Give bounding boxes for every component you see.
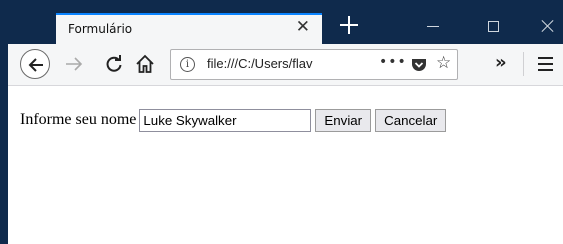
new-tab-icon[interactable]: [340, 16, 358, 34]
close-window-button[interactable]: [542, 20, 554, 32]
name-form: Informe seu nome Enviar Cancelar: [20, 108, 447, 132]
window-border: [0, 0, 8, 244]
page-actions-icon[interactable]: •••: [379, 54, 407, 70]
cancel-button[interactable]: Cancelar: [375, 108, 447, 132]
pocket-icon[interactable]: [411, 57, 427, 73]
forward-arrow-icon: [66, 57, 83, 71]
overflow-menu-icon[interactable]: »: [495, 52, 507, 73]
home-button[interactable]: [135, 54, 155, 74]
bookmark-star-icon[interactable]: ☆: [436, 53, 451, 73]
tab-title: Formulário: [68, 22, 133, 36]
navigation-toolbar: i file:///C:/Users/flav ••• ☆ »: [8, 44, 563, 86]
name-input[interactable]: [139, 108, 312, 132]
submit-button[interactable]: Enviar: [315, 108, 372, 132]
maximize-button[interactable]: [488, 21, 499, 32]
forward-button[interactable]: [64, 54, 84, 74]
back-button[interactable]: [20, 49, 50, 79]
reload-icon: [106, 55, 122, 72]
back-arrow-icon: [28, 58, 43, 72]
toolbar-divider: [523, 52, 524, 76]
name-label: Informe seu nome: [20, 111, 137, 128]
address-bar[interactable]: i file:///C:/Users/flav ••• ☆: [170, 49, 458, 80]
close-tab-icon[interactable]: ✕: [296, 19, 310, 36]
tab-formulario[interactable]: Formulário ✕: [56, 13, 322, 44]
hamburger-menu-icon[interactable]: [538, 57, 553, 71]
site-info-icon[interactable]: i: [180, 57, 195, 72]
title-bar: Formulário ✕: [8, 0, 563, 44]
minimize-button[interactable]: [427, 20, 439, 32]
reload-button[interactable]: [104, 54, 124, 74]
page-content: Informe seu nome Enviar Cancelar: [8, 86, 563, 244]
url-text[interactable]: file:///C:/Users/flav: [207, 56, 339, 71]
home-icon: [136, 54, 154, 73]
